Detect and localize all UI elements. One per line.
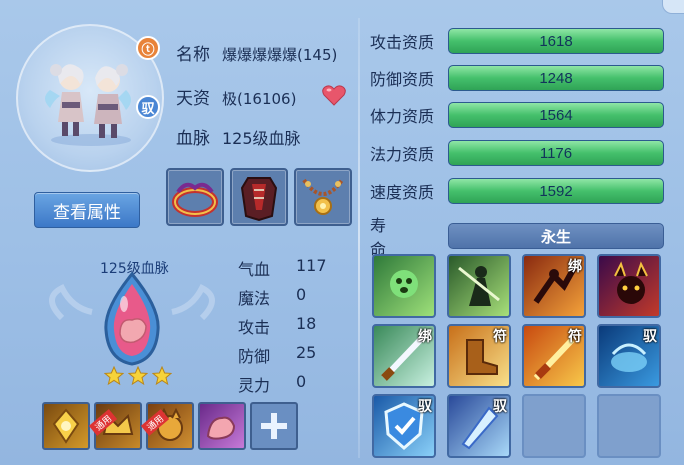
star-icon (128, 366, 148, 386)
stat-label: 防御 (238, 347, 271, 366)
star-icon (104, 366, 124, 386)
gold-rune-skill-icon (52, 408, 80, 444)
panel-divider (358, 18, 360, 458)
aptitude-bar: 1618 (448, 28, 664, 54)
empty-skill-slot[interactable] (597, 394, 661, 458)
add-bloodline-skill-button[interactable] (250, 402, 298, 450)
stat-value: 117 (296, 256, 327, 275)
aptitude-bar: 1176 (448, 140, 664, 166)
armor-equipment-icon (240, 177, 278, 222)
stat-attack-row: 攻击 18 (238, 314, 336, 338)
skill-tag: 符 (493, 329, 507, 345)
stat-label: 灵力 (238, 376, 271, 395)
equipment-slot-3[interactable] (294, 168, 352, 226)
equipment-slot-2[interactable] (230, 168, 288, 226)
stat-mp-row: 魔法 0 (238, 285, 336, 309)
plus-icon (261, 413, 287, 439)
lifespan-value: 永生 (448, 223, 664, 249)
skill-tag: 绑 (568, 259, 582, 275)
bloodline-stars (104, 366, 172, 386)
skill-slot[interactable]: 绑 (522, 254, 586, 318)
empty-skill-slot[interactable] (522, 394, 586, 458)
aptitude-label: 防御资质 (370, 70, 435, 89)
skill-slot[interactable]: 驭 (447, 394, 511, 458)
pet-name-label: 名称 (176, 45, 210, 65)
pet-type-badge[interactable]: ⓣ (136, 36, 160, 60)
aptitude-value: 1248 (539, 69, 573, 87)
stat-label: 气血 (238, 260, 271, 279)
stat-value: 0 (296, 372, 307, 391)
bloodline-skill-slot-3[interactable]: 通用 (140, 402, 194, 450)
skill-slot[interactable] (447, 254, 511, 318)
stat-hp-row: 气血 117 (238, 256, 336, 280)
mount-badge[interactable]: 驭 (136, 95, 160, 119)
aptitude-value: 1176 (539, 144, 573, 162)
bloodline-skill-slot-4[interactable] (198, 402, 246, 450)
skill-slot[interactable]: 绑 (372, 324, 436, 388)
aptitude-bar: 1564 (448, 102, 664, 128)
bloodline-skill-slot-1[interactable] (42, 402, 90, 450)
aptitude-value: 1564 (539, 106, 573, 124)
pet-name-value: 爆爆爆爆爆(145) (222, 46, 338, 64)
pet-talent-row: 天资 极(16106) (176, 84, 296, 109)
close-button[interactable] (662, 0, 684, 14)
stat-label: 攻击 (238, 318, 271, 337)
demon-lord-skill-icon (614, 261, 648, 304)
skill-tag: 驭 (418, 399, 432, 415)
pet-talent-label: 天资 (176, 89, 210, 109)
pet-talent-value: 极(16106) (222, 90, 297, 108)
star-icon (152, 366, 172, 386)
pet-bloodline-row: 血脉 125级血脉 (176, 124, 301, 149)
stat-defense-row: 防御 25 (238, 343, 336, 367)
crown-equipment-icon (172, 182, 218, 217)
skill-slot[interactable]: 驭 (372, 394, 436, 458)
stat-value: 0 (296, 285, 307, 304)
aptitude-value: 1592 (539, 182, 573, 200)
aptitude-label: 攻击资质 (370, 33, 435, 52)
heart-icon[interactable] (322, 84, 346, 110)
aptitude-row-defense: 防御资质 1248 (370, 65, 664, 91)
skill-slot[interactable]: 符 (447, 324, 511, 388)
skill-tag: 符 (568, 329, 582, 345)
stat-value: 25 (296, 343, 317, 362)
bloodline-emblem[interactable] (42, 268, 222, 376)
skill-tag: 驭 (493, 399, 507, 415)
aptitude-label: 法力资质 (370, 145, 435, 164)
bloodline-drop-icon (49, 271, 215, 366)
skill-tag: 绑 (418, 329, 432, 345)
skill-tag: 驭 (643, 329, 657, 345)
aptitude-row-stamina: 体力资质 1564 (370, 102, 664, 128)
aptitude-bar: 1592 (448, 178, 664, 204)
aptitude-row-magic: 法力资质 1176 (370, 140, 664, 166)
shadow-warrior-skill-icon (458, 266, 500, 306)
aptitude-label: 速度资质 (370, 183, 435, 202)
pet-name-row: 名称 爆爆爆爆爆(145) (176, 40, 337, 65)
pet-figure-icon (45, 64, 131, 146)
green-ghost-skill-icon (390, 270, 418, 298)
equipment-slot-1[interactable] (166, 168, 224, 226)
view-attributes-button[interactable]: 查看属性 (34, 192, 140, 228)
stat-spirit-row: 灵力 0 (238, 372, 336, 396)
necklace-equipment-icon (302, 178, 344, 215)
aptitude-bar: 1248 (448, 65, 664, 91)
lifespan-label: 寿 命 (370, 216, 405, 259)
pet-bloodline-label: 血脉 (176, 129, 210, 149)
bloodline-skill-slot-2[interactable]: 通用 (88, 402, 142, 450)
stat-value: 18 (296, 314, 317, 333)
pet-bloodline-value: 125级血脉 (222, 129, 301, 148)
muscle-rune-skill-icon (206, 416, 236, 440)
aptitude-label: 体力资质 (370, 107, 435, 126)
lifespan-row: 寿 命 永生 (370, 212, 664, 260)
skill-slot[interactable]: 驭 (597, 324, 661, 388)
skill-slot[interactable] (372, 254, 436, 318)
stat-label: 魔法 (238, 289, 271, 308)
aptitude-row-attack: 攻击资质 1618 (370, 28, 664, 54)
aptitude-value: 1618 (539, 32, 573, 50)
skill-slot[interactable]: 符 (522, 324, 586, 388)
skill-slot[interactable] (597, 254, 661, 318)
aptitude-row-speed: 速度资质 1592 (370, 178, 664, 204)
